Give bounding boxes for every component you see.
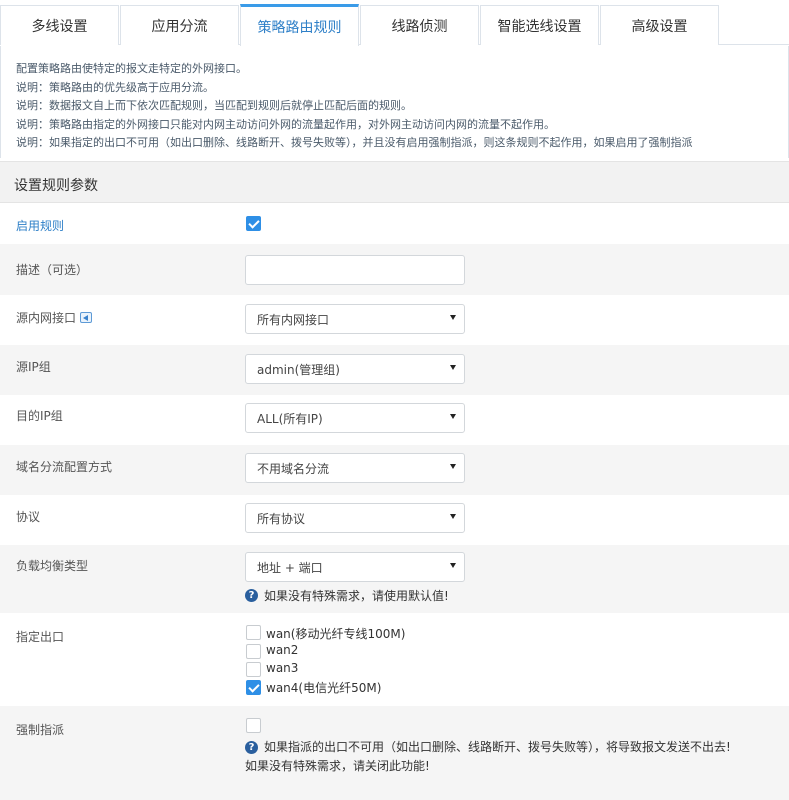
- outlet-label: 指定出口: [16, 630, 65, 644]
- chevron-down-icon: [450, 365, 456, 370]
- lb-type-label: 负载均衡类型: [16, 559, 89, 573]
- note-line: 说明：策略路由指定的外网接口只能对内网主动访问外网的流量起作用，对外网主动访问内…: [16, 117, 555, 131]
- lb-type-value: 地址 + 端口: [257, 560, 323, 575]
- description-notes: 配置策略路由使特定的报文走特定的外网接口。 说明：策略路由的优先级高于应用分流。…: [0, 46, 789, 158]
- section-title: 设置规则参数: [0, 161, 789, 203]
- enable-rule-label: 启用规则: [16, 219, 65, 233]
- outlet-option-wan2[interactable]: wan2: [266, 643, 298, 657]
- protocol-label: 协议: [16, 510, 41, 524]
- lb-type-select[interactable]: 地址 + 端口: [245, 552, 465, 582]
- dst-ip-group-value: ALL(所有IP): [257, 411, 323, 426]
- note-line: 说明：如果指定的出口不可用（如出口删除、线路断开、拨号失败等），并且没有启用强制…: [16, 136, 693, 150]
- src-interface-value: 所有内网接口: [257, 312, 330, 327]
- tab-smart-line-selection[interactable]: 智能选线设置: [480, 5, 599, 45]
- src-ip-group-value: admin(管理组): [257, 362, 340, 377]
- outlet-checkbox-wan3[interactable]: [246, 662, 261, 677]
- description-label: 描述（可选）: [16, 263, 89, 277]
- question-circle-icon: ?: [245, 741, 258, 754]
- force-assign-checkbox[interactable]: [246, 718, 261, 733]
- src-interface-select[interactable]: 所有内网接口: [245, 304, 465, 334]
- force-assign-hint: ? 如果指派的出口不可用（如出口删除、线路断开、拨号失败等），将导致报文发送不出…: [245, 738, 731, 776]
- dst-ip-group-label: 目的IP组: [16, 409, 63, 423]
- chevron-down-icon: [450, 464, 456, 469]
- tab-advanced-settings[interactable]: 高级设置: [600, 5, 719, 45]
- protocol-value: 所有协议: [257, 511, 306, 526]
- outlet-checkbox-wan2[interactable]: [246, 644, 261, 659]
- tab-bar: 多线设置 应用分流 策略路由规则 线路侦测 智能选线设置 高级设置: [0, 0, 789, 46]
- src-interface-label-text: 源内网接口: [16, 311, 77, 325]
- tab-line-detection[interactable]: 线路侦测: [360, 5, 479, 45]
- protocol-select[interactable]: 所有协议: [245, 503, 465, 533]
- note-line: 说明：策略路由的优先级高于应用分流。: [16, 80, 214, 94]
- src-ip-group-label: 源IP组: [16, 360, 51, 374]
- outlet-option-wan[interactable]: wan(移动光纤专线100M): [266, 625, 405, 642]
- description-input[interactable]: [245, 255, 465, 285]
- src-ip-group-select[interactable]: admin(管理组): [245, 354, 465, 384]
- dst-ip-group-select[interactable]: ALL(所有IP): [245, 403, 465, 433]
- row-outlet: 指定出口 wan(移动光纤专线100M) wan2 wan3 wan4(电信光纤…: [0, 613, 789, 706]
- row-force-assign: 强制指派 ? 如果指派的出口不可用（如出口删除、线路断开、拨号失败等），将导致报…: [0, 706, 789, 800]
- back-arrow-icon[interactable]: [80, 312, 93, 323]
- enable-rule-checkbox[interactable]: [246, 216, 261, 231]
- row-protocol: 协议 所有协议: [0, 495, 789, 545]
- lb-type-hint: ? 如果没有特殊需求，请使用默认值!: [245, 587, 449, 604]
- force-assign-label: 强制指派: [16, 723, 65, 737]
- chevron-down-icon: [450, 514, 456, 519]
- chevron-down-icon: [450, 315, 456, 320]
- question-circle-icon: ?: [245, 589, 258, 602]
- row-enable-rule: 启用规则: [0, 204, 789, 244]
- force-assign-hint-line1: 如果指派的出口不可用（如出口删除、线路断开、拨号失败等），将导致报文发送不出去!: [264, 740, 731, 754]
- row-src-interface: 源内网接口 所有内网接口: [0, 295, 789, 345]
- lb-type-hint-text: 如果没有特殊需求，请使用默认值!: [264, 589, 449, 603]
- domain-mode-value: 不用域名分流: [257, 461, 330, 476]
- outlet-option-wan3[interactable]: wan3: [266, 661, 298, 675]
- note-line: 配置策略路由使特定的报文走特定的外网接口。: [16, 62, 247, 75]
- note-line: 说明：数据报文自上而下依次匹配规则，当匹配到规则后就停止匹配后面的规则。: [16, 99, 412, 113]
- row-dst-ip-group: 目的IP组 ALL(所有IP): [0, 395, 789, 445]
- row-domain-mode: 域名分流配置方式 不用域名分流: [0, 445, 789, 495]
- domain-mode-label: 域名分流配置方式: [16, 460, 113, 474]
- chevron-down-icon: [450, 563, 456, 568]
- force-assign-hint-line2: 如果没有特殊需求，请关闭此功能!: [245, 759, 430, 773]
- chevron-down-icon: [450, 414, 456, 419]
- tab-multiline-settings[interactable]: 多线设置: [0, 5, 119, 45]
- tab-policy-routing-rules[interactable]: 策略路由规则: [240, 4, 359, 46]
- row-src-ip-group: 源IP组 admin(管理组): [0, 345, 789, 395]
- tab-app-split[interactable]: 应用分流: [120, 5, 239, 45]
- src-interface-label: 源内网接口: [16, 309, 93, 326]
- row-lb-type: 负载均衡类型 地址 + 端口 ? 如果没有特殊需求，请使用默认值!: [0, 545, 789, 613]
- row-description: 描述（可选）: [0, 244, 789, 295]
- domain-mode-select[interactable]: 不用域名分流: [245, 453, 465, 483]
- outlet-option-wan4[interactable]: wan4(电信光纤50M): [266, 679, 381, 696]
- outlet-checkbox-wan[interactable]: [246, 625, 261, 640]
- outlet-checkbox-wan4[interactable]: [246, 680, 261, 695]
